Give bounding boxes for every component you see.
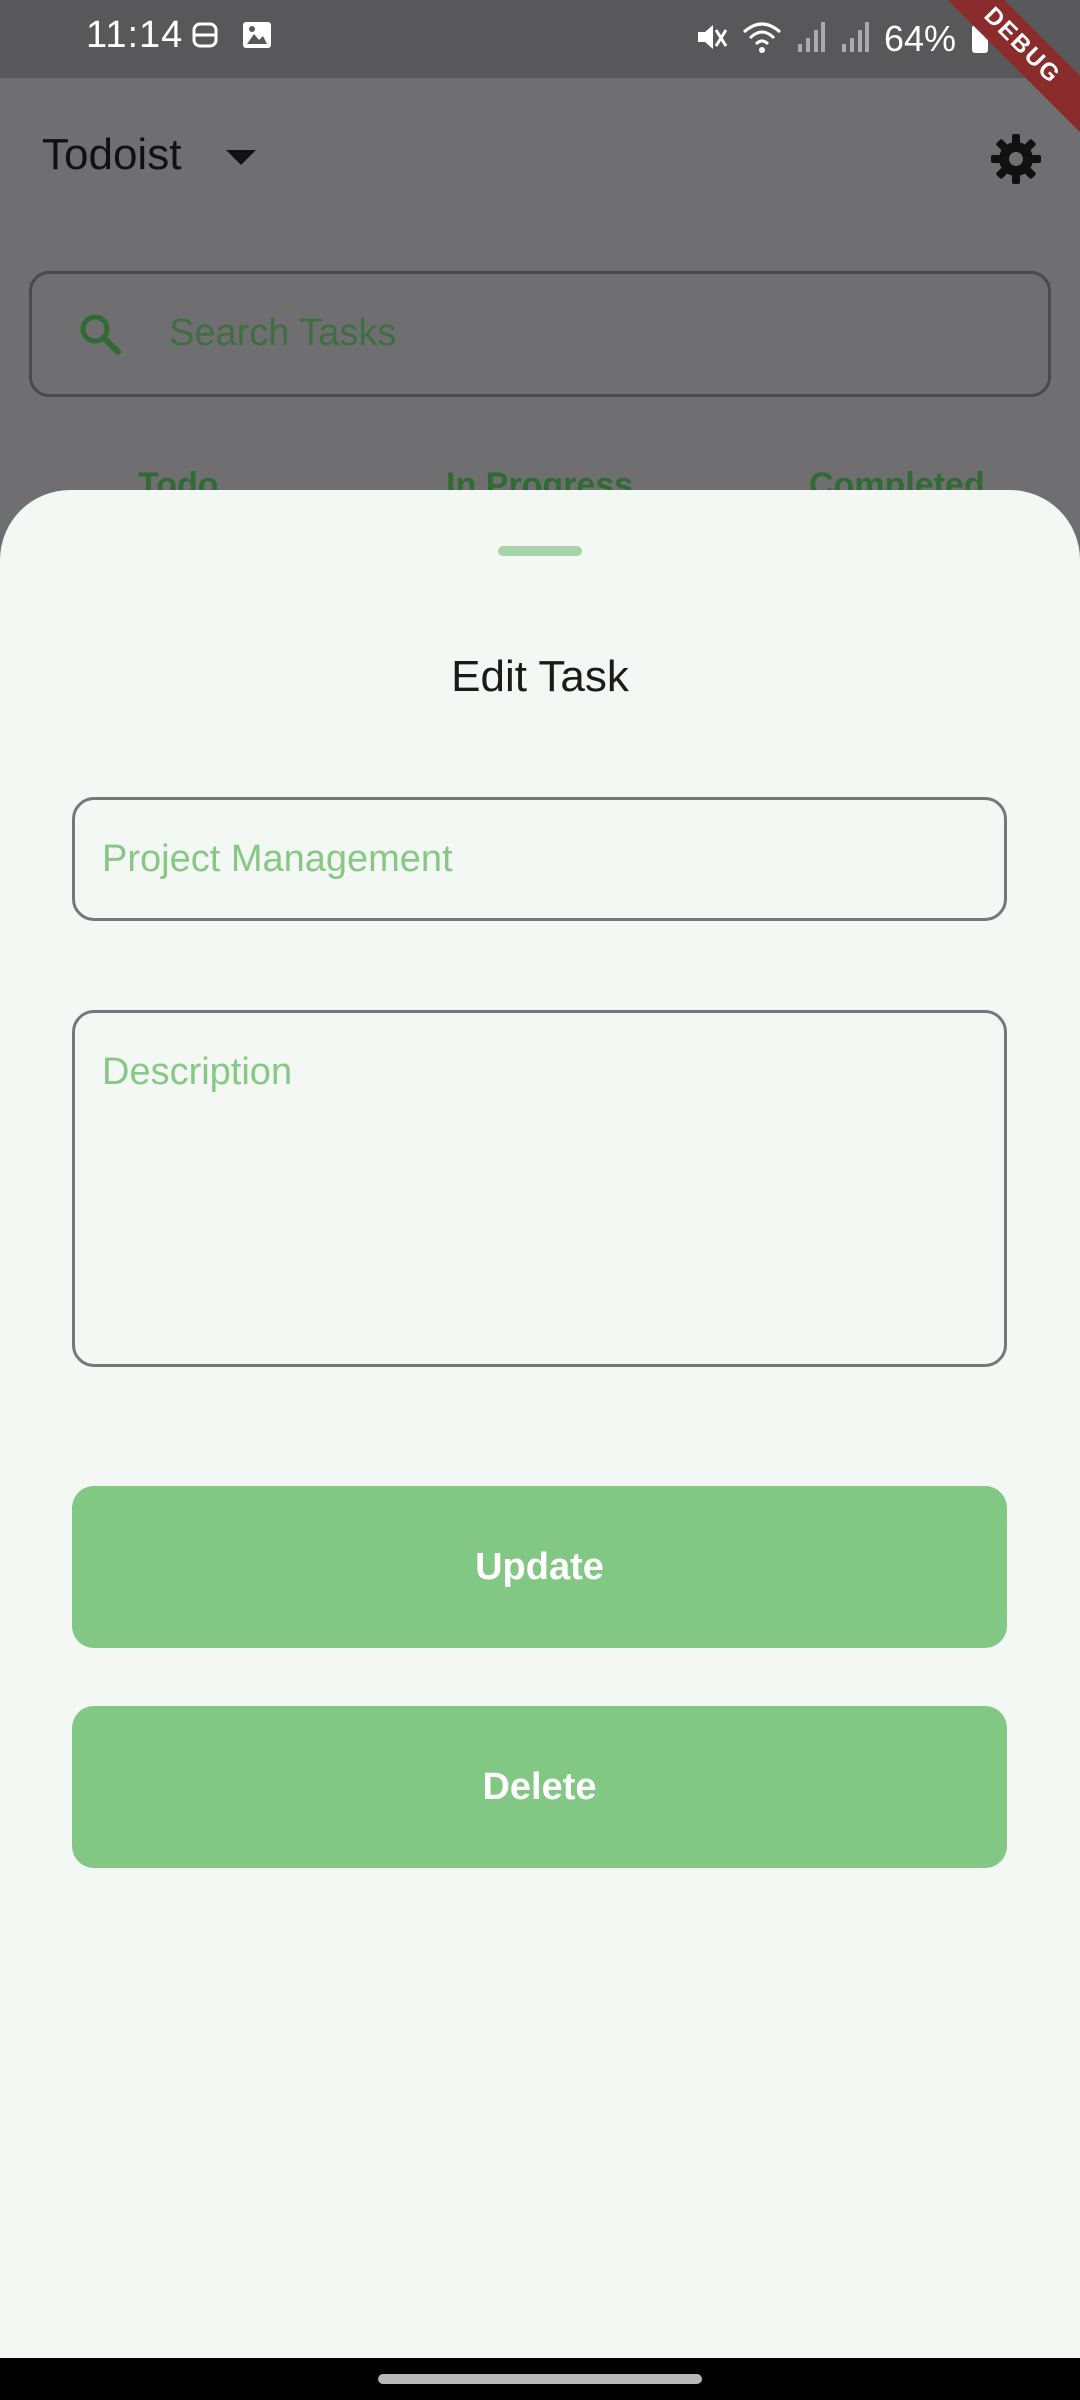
task-title-field[interactable]: Project Management [72, 797, 1007, 921]
status-left-icons [190, 18, 274, 57]
edit-task-sheet: Edit Task Project Management Description… [0, 490, 1080, 2358]
screen: 11:14 64% DEBUG Todoist Search Tasks Tod… [0, 0, 1080, 2400]
image-icon [240, 18, 274, 57]
search-icon [76, 310, 124, 358]
delete-button[interactable]: Delete [72, 1706, 1007, 1868]
battery-percent: 64% [883, 18, 956, 59]
sheet-title: Edit Task [451, 652, 629, 701]
home-indicator[interactable] [378, 2374, 702, 2384]
description-field[interactable]: Description [72, 1010, 1007, 1367]
app-title[interactable]: Todoist [42, 130, 181, 180]
status-bar: 11:14 64% DEBUG [0, 0, 1080, 138]
mute-icon [694, 20, 728, 59]
settings-gear-icon[interactable] [988, 131, 1044, 187]
notification-icon [190, 18, 220, 57]
search-placeholder: Search Tasks [169, 312, 397, 354]
drag-handle[interactable] [498, 546, 582, 556]
signal-icon-2 [840, 20, 870, 59]
status-right-icons: 64% [694, 18, 990, 60]
dropdown-caret-icon[interactable] [226, 150, 256, 165]
wifi-icon [742, 20, 782, 59]
description-placeholder: Description [102, 1051, 293, 1093]
navigation-bar [0, 2358, 1080, 2400]
signal-icon [796, 20, 826, 59]
task-title-value: Project Management [102, 838, 453, 880]
status-time: 11:14 [86, 14, 184, 56]
update-button[interactable]: Update [72, 1486, 1007, 1648]
search-input[interactable]: Search Tasks [29, 271, 1051, 397]
